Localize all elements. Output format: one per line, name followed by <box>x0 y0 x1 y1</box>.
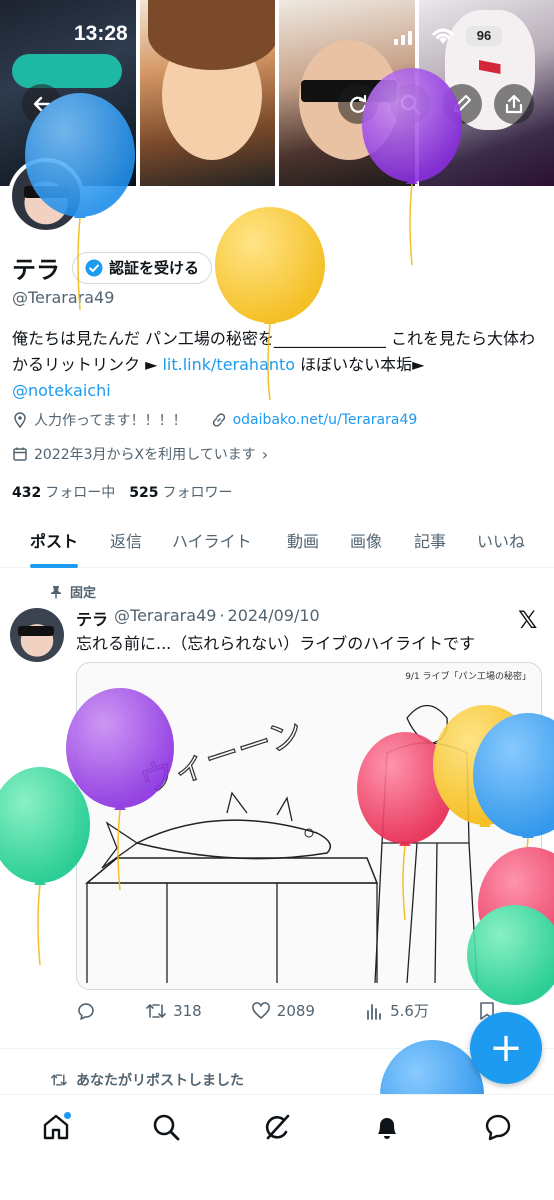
nav-search[interactable] <box>146 1107 186 1147</box>
nav-notifications[interactable] <box>367 1107 407 1147</box>
notification-dot <box>63 1111 72 1120</box>
nav-messages[interactable] <box>478 1107 518 1147</box>
plus-icon: + <box>489 1025 523 1071</box>
nav-grok[interactable] <box>257 1107 297 1147</box>
bottom-nav <box>0 1094 554 1200</box>
bell-icon <box>378 1118 396 1139</box>
profile-screen: 13:28 96 テラ 認証を受ける @Terarara49 俺たちは見たんだ … <box>0 0 554 1200</box>
balloon-animation-overlay <box>0 68 554 1150</box>
nav-home[interactable] <box>36 1107 76 1147</box>
messages-icon <box>485 1114 511 1141</box>
grok-icon <box>265 1114 290 1140</box>
compose-button[interactable]: + <box>470 1012 542 1084</box>
search-icon <box>153 1114 180 1141</box>
